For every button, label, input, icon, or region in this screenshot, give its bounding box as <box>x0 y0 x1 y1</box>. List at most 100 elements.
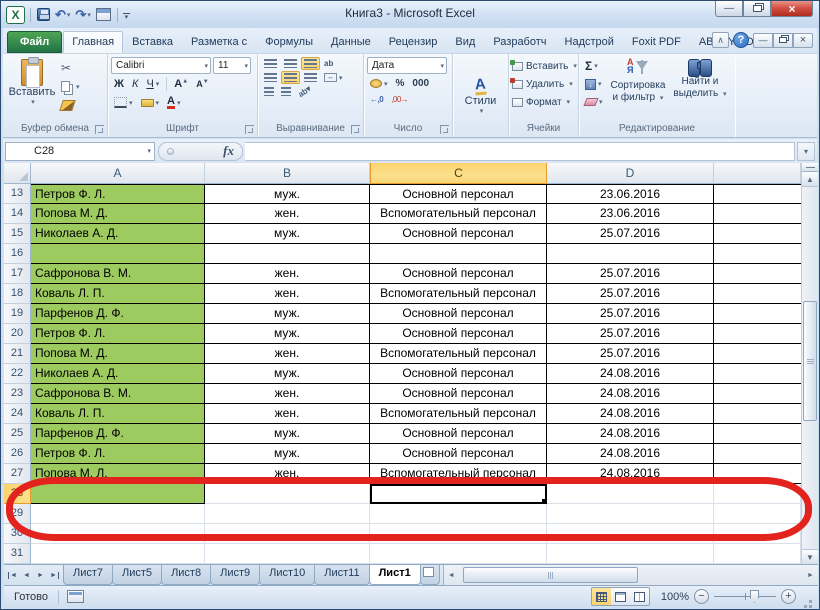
cell-E17[interactable] <box>714 264 801 284</box>
restore-button[interactable] <box>743 1 771 17</box>
cell-B25[interactable]: муж. <box>205 424 370 444</box>
currency-button[interactable]: ▾ <box>367 77 391 90</box>
cell-D26[interactable]: 24.08.2016 <box>547 444 714 464</box>
cell-B20[interactable]: муж. <box>205 324 370 344</box>
last-sheet-button[interactable]: ► <box>48 568 61 583</box>
cell-A14[interactable]: Попова М. Д. <box>31 204 205 224</box>
row-header-27[interactable]: 27 <box>4 464 31 484</box>
underline-button[interactable]: Ч▾ <box>143 77 162 92</box>
format-painter-button[interactable] <box>58 97 83 114</box>
cell-E27[interactable] <box>714 464 801 484</box>
column-header-E[interactable] <box>714 163 801 184</box>
cell-A18[interactable]: Коваль Л. П. <box>31 284 205 304</box>
split-handle[interactable] <box>802 163 818 172</box>
clear-button[interactable]: ▾ <box>582 94 606 110</box>
page-layout-view-button[interactable] <box>611 588 630 605</box>
page-break-view-button[interactable] <box>630 588 649 605</box>
align-top-button[interactable] <box>261 57 280 70</box>
horizontal-scrollbar[interactable]: ◄ ► <box>443 565 818 585</box>
zoom-level[interactable]: 100% <box>655 591 689 603</box>
cell-D16[interactable] <box>547 244 714 264</box>
cell-B24[interactable]: жен. <box>205 404 370 424</box>
scroll-up-button[interactable]: ▲ <box>802 172 818 187</box>
cell-E14[interactable] <box>714 204 801 224</box>
row-header-19[interactable]: 19 <box>4 304 31 324</box>
column-header-D[interactable]: D <box>547 163 714 184</box>
cell-B30[interactable] <box>205 524 370 544</box>
borders-button[interactable]: ▾ <box>111 95 136 110</box>
number-format-select[interactable]: Дата▾ <box>367 57 447 74</box>
cell-A16[interactable] <box>31 244 205 264</box>
italic-button[interactable]: К <box>129 77 141 92</box>
formula-input[interactable] <box>245 142 795 161</box>
cell-B18[interactable]: жен. <box>205 284 370 304</box>
row-header-22[interactable]: 22 <box>4 364 31 384</box>
scroll-left-button[interactable]: ◄ <box>444 565 459 585</box>
tab-addins[interactable]: Надстрой <box>556 31 623 53</box>
cell-A17[interactable]: Сафронова В. М. <box>31 264 205 284</box>
close-button[interactable]: × <box>771 1 813 17</box>
cell-A19[interactable]: Парфенов Д. Ф. <box>31 304 205 324</box>
paste-dropdown[interactable]: ▾ <box>31 98 35 106</box>
cell-A29[interactable] <box>31 504 205 524</box>
format-cells-button[interactable]: Формат▾ <box>512 93 575 111</box>
cell-E20[interactable] <box>714 324 801 344</box>
paste-button[interactable]: Вставить ▾ <box>6 57 58 122</box>
comma-style-button[interactable]: 000 <box>409 76 432 91</box>
font-dialog-launcher[interactable] <box>245 125 254 134</box>
align-right-button[interactable] <box>301 71 320 84</box>
cell-E28[interactable] <box>714 484 801 504</box>
zoom-out-button[interactable]: − <box>694 589 709 604</box>
cell-E30[interactable] <box>714 524 801 544</box>
cell-C16[interactable] <box>370 244 547 264</box>
row-header-25[interactable]: 25 <box>4 424 31 444</box>
workbook-minimize-button[interactable]: — <box>753 33 773 48</box>
cell-A24[interactable]: Коваль Л. П. <box>31 404 205 424</box>
increase-indent-button[interactable] <box>278 85 294 98</box>
sheet-tab-list9[interactable]: Лист9 <box>210 565 260 585</box>
cell-E22[interactable] <box>714 364 801 384</box>
cell-A13[interactable]: Петров Ф. Л. <box>31 184 205 204</box>
alignment-dialog-launcher[interactable] <box>351 125 360 134</box>
row-header-23[interactable]: 23 <box>4 384 31 404</box>
cell-A26[interactable]: Петров Ф. Л. <box>31 444 205 464</box>
decrease-decimal-button[interactable]: ,00→ <box>388 93 411 106</box>
align-bottom-button[interactable] <box>301 57 320 70</box>
shrink-font-button[interactable]: А▼ <box>193 77 211 91</box>
cell-E13[interactable] <box>714 184 801 204</box>
zoom-in-button[interactable]: + <box>781 589 796 604</box>
cell-D17[interactable]: 25.07.2016 <box>547 264 714 284</box>
merge-center-button[interactable]: ↔▾ <box>321 71 346 84</box>
vertical-scrollbar[interactable]: ▲ ▼ <box>801 163 818 564</box>
row-header-17[interactable]: 17 <box>4 264 31 284</box>
workbook-restore-button[interactable] <box>773 33 793 48</box>
help-icon[interactable]: ? <box>733 32 749 48</box>
tab-formulas[interactable]: Формулы <box>256 31 322 53</box>
row-header-28[interactable]: 28 <box>4 484 31 504</box>
sheet-tab-list10[interactable]: Лист10 <box>259 565 315 585</box>
font-color-button[interactable]: А▾ <box>164 94 183 111</box>
cell-D27[interactable]: 24.08.2016 <box>547 464 714 484</box>
cell-C23[interactable]: Основной персонал <box>370 384 547 404</box>
sheet-tab-list7[interactable]: Лист7 <box>63 565 113 585</box>
workbook-close-button[interactable]: × <box>793 33 813 48</box>
column-header-C[interactable]: C <box>370 163 547 184</box>
macro-record-icon[interactable] <box>67 590 84 603</box>
cell-E18[interactable] <box>714 284 801 304</box>
cell-B31[interactable] <box>205 544 370 564</box>
cell-D29[interactable] <box>547 504 714 524</box>
tab-file[interactable]: Файл <box>7 31 62 53</box>
cell-E26[interactable] <box>714 444 801 464</box>
decrease-indent-button[interactable] <box>261 85 277 98</box>
sheet-tab-list5[interactable]: Лист5 <box>112 565 162 585</box>
cell-C26[interactable]: Основной персонал <box>370 444 547 464</box>
cell-B29[interactable] <box>205 504 370 524</box>
cell-C20[interactable]: Основной персонал <box>370 324 547 344</box>
fill-color-button[interactable]: ▾ <box>138 97 163 109</box>
cell-A21[interactable]: Попова М. Д. <box>31 344 205 364</box>
cell-C24[interactable]: Вспомогательный персонал <box>370 404 547 424</box>
tab-home[interactable]: Главная <box>63 31 123 53</box>
cell-B14[interactable]: жен. <box>205 204 370 224</box>
increase-decimal-button[interactable]: ←,0 <box>367 93 386 106</box>
cell-A30[interactable] <box>31 524 205 544</box>
